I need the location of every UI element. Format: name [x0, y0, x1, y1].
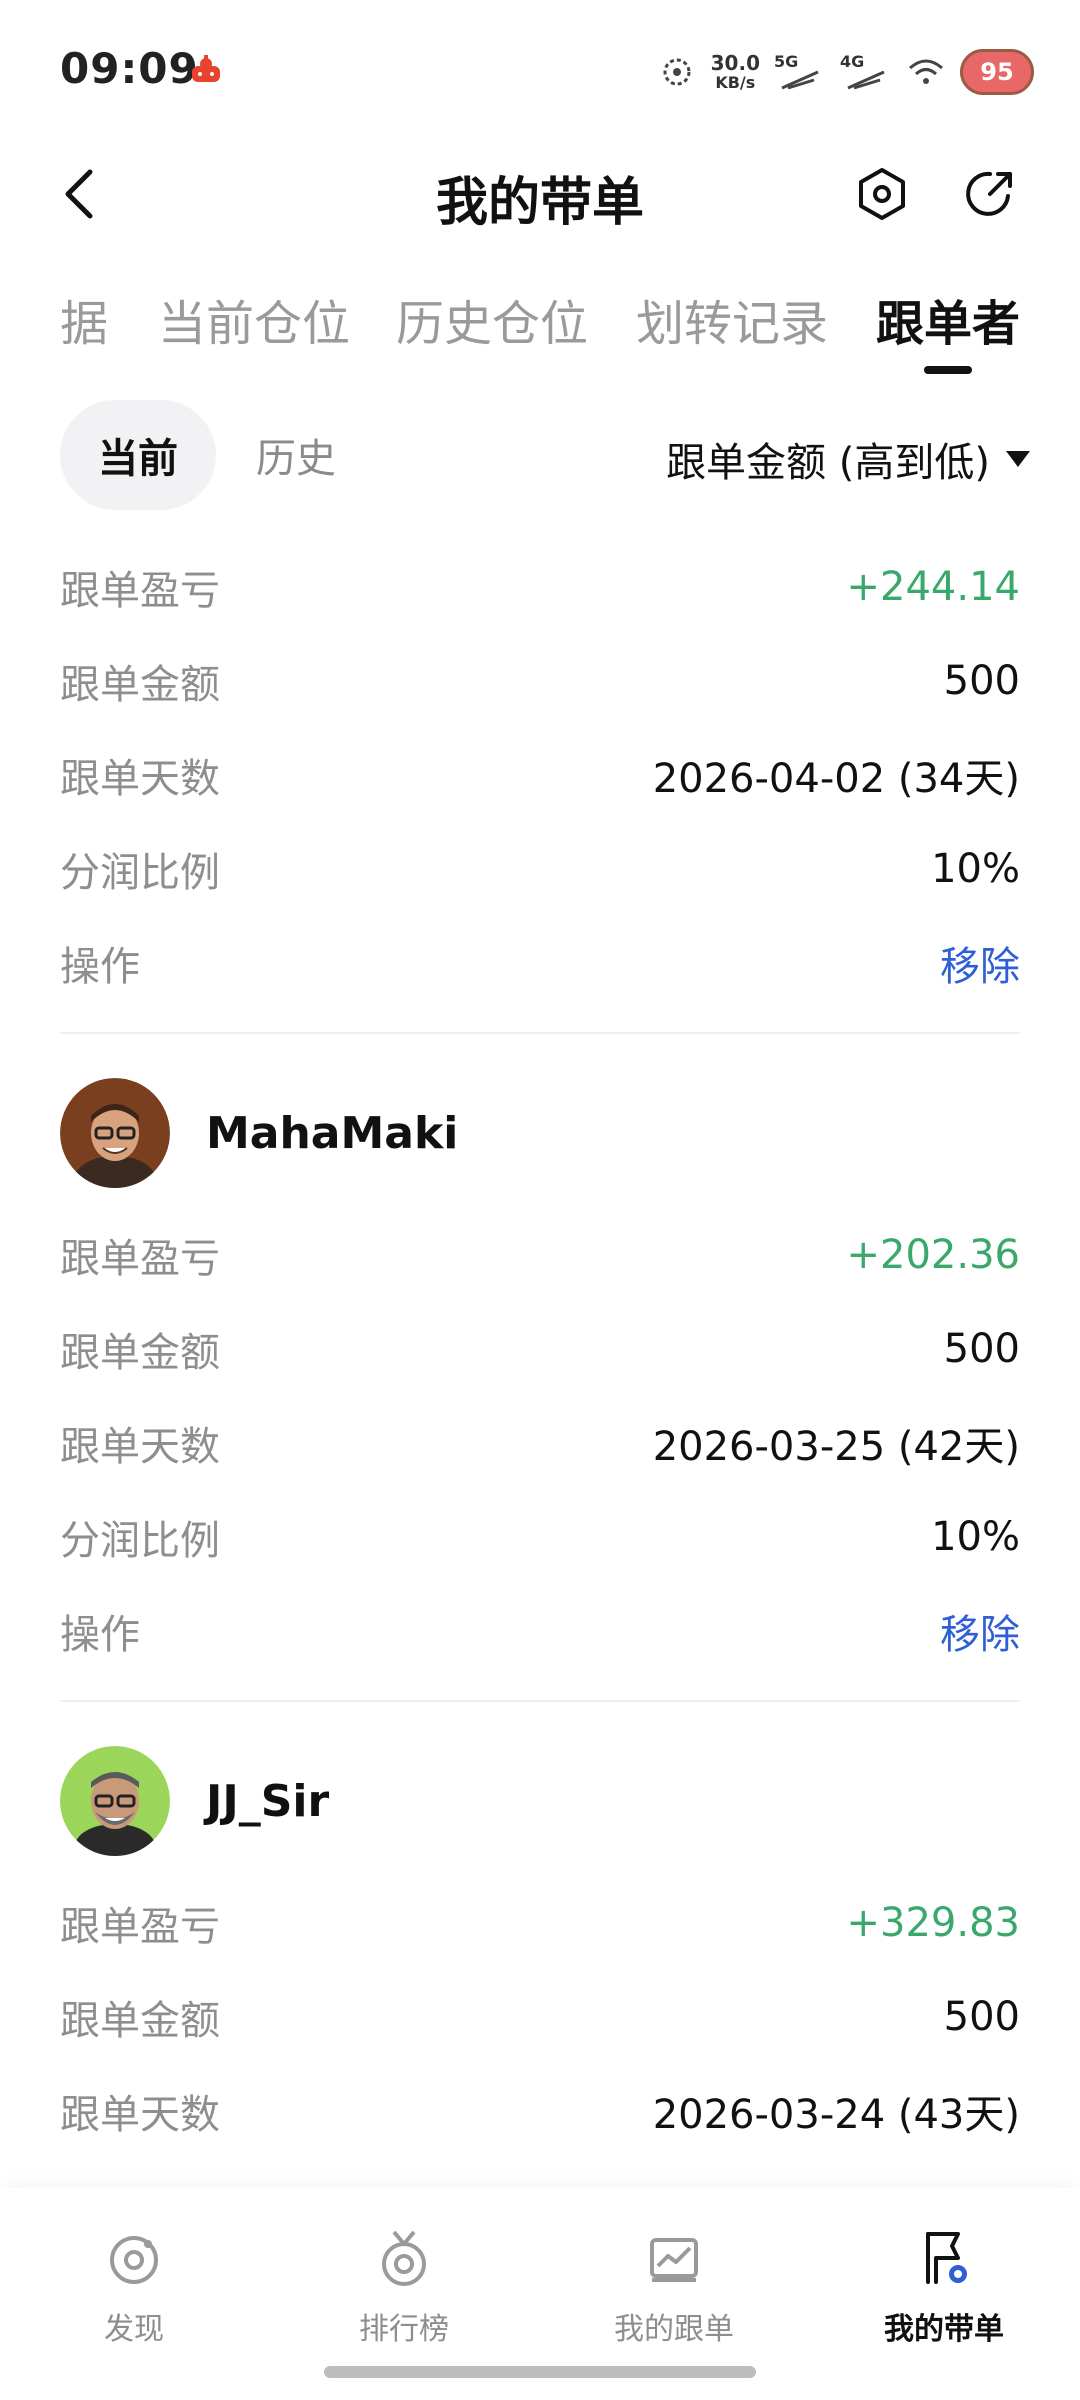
amount-row: 跟单金额 500	[60, 1302, 1020, 1396]
days-value: 2026-03-24 (43天)	[652, 2092, 1020, 2138]
active-tab-indicator	[924, 366, 972, 374]
days-label: 跟单天数	[60, 756, 220, 802]
status-time: 09:09	[60, 44, 199, 93]
share-icon[interactable]	[962, 166, 1018, 222]
nav-my-leads[interactable]: 我的带单	[844, 2228, 1044, 2348]
days-value: 2026-03-25 (42天)	[652, 1424, 1020, 1470]
follower-name: JJ_Sir	[206, 1775, 330, 1827]
discover-icon	[110, 2236, 158, 2284]
days-label: 跟单天数	[60, 2092, 220, 2138]
amount-row: 跟单金额 500	[60, 1970, 1020, 2064]
filter-row: 当前 历史 跟单金额 (高到低)	[0, 400, 1080, 510]
follower-header[interactable]: MahaMaki	[60, 1058, 1020, 1208]
divider	[60, 1032, 1020, 1034]
nav-discover[interactable]: 发现	[34, 2228, 234, 2348]
battery-badge: 95	[960, 49, 1034, 95]
pnl-value: +329.83	[846, 1900, 1020, 1946]
avatar	[60, 1746, 170, 1856]
follower-list: 跟单盈亏 +244.14 跟单金额 500 跟单天数 2026-04-02 (3…	[60, 540, 1020, 2158]
action-label: 操作	[60, 944, 140, 990]
signal-5g: 5G	[774, 52, 826, 92]
pnl-label: 跟单盈亏	[60, 1236, 220, 1282]
speed-value: 30.0	[710, 51, 760, 75]
nav-my-leads-label: 我的带单	[884, 2312, 1004, 2347]
medal-icon	[382, 2230, 426, 2286]
days-label: 跟单天数	[60, 1424, 220, 1470]
share-ratio-label: 分润比例	[60, 850, 220, 896]
follower-card: 跟单盈亏 +244.14 跟单金额 500 跟单天数 2026-04-02 (3…	[60, 540, 1020, 1034]
share-ratio-value: 10%	[931, 846, 1020, 892]
remove-button[interactable]: 移除	[940, 1602, 1020, 1660]
caret-down-icon	[1006, 451, 1030, 467]
pnl-row: 跟单盈亏 +202.36	[60, 1208, 1020, 1302]
flag-lead-icon	[926, 2232, 967, 2284]
amount-row: 跟单金额 500	[60, 634, 1020, 728]
sort-dropdown[interactable]: 跟单金额 (高到低)	[666, 430, 1032, 488]
pnl-value: +244.14	[846, 564, 1020, 610]
days-row: 跟单天数 2026-04-02 (34天)	[60, 728, 1020, 822]
tab-followers[interactable]: 跟单者	[876, 284, 1020, 354]
pnl-label: 跟单盈亏	[60, 1904, 220, 1950]
pnl-value: +202.36	[846, 1232, 1020, 1278]
follower-name: MahaMaki	[206, 1107, 459, 1159]
action-label: 操作	[60, 1612, 140, 1658]
segment-current[interactable]: 当前	[60, 400, 216, 510]
status-icons: 30.0 KB/s 5G 4G 95	[657, 44, 1034, 100]
avatar	[60, 1078, 170, 1188]
follower-header[interactable]: JJ_Sir	[60, 1726, 1020, 1876]
nav-my-follows-label: 我的跟单	[614, 2312, 734, 2347]
signal-bars-icon	[847, 70, 885, 90]
days-row: 跟单天数 2026-03-25 (42天)	[60, 1396, 1020, 1490]
status-bar: 09:09 30.0 KB/s 5G 4G 95	[0, 0, 1080, 140]
amount-value: 500	[943, 658, 1020, 704]
nav-leaderboard[interactable]: 排行榜	[304, 2228, 504, 2348]
tab-transfer-records[interactable]: 划转记录	[636, 284, 828, 354]
days-value: 2026-04-02 (34天)	[652, 756, 1020, 802]
action-row: 操作 移除	[60, 1584, 1020, 1678]
remove-button[interactable]: 移除	[940, 934, 1020, 992]
nav-leaderboard-label: 排行榜	[359, 2312, 449, 2347]
follower-card: JJ_Sir 跟单盈亏 +329.83 跟单金额 500 跟单天数 2026-0…	[60, 1726, 1020, 2158]
section-tabs: 据 当前仓位 历史仓位 划转记录 跟单者	[0, 270, 1080, 380]
nav-my-follows[interactable]: 我的跟单	[574, 2228, 774, 2348]
share-ratio-row: 分润比例 10%	[60, 822, 1020, 916]
tab-history-positions[interactable]: 历史仓位	[396, 284, 588, 354]
app-notification-icon	[192, 55, 220, 82]
share-ratio-value: 10%	[931, 1514, 1020, 1560]
network-speed: 30.0 KB/s	[711, 53, 760, 91]
wifi-icon	[909, 59, 943, 84]
amount-label: 跟单金额	[60, 662, 220, 708]
amount-label: 跟单金额	[60, 1330, 220, 1376]
sort-label: 跟单金额 (高到低)	[666, 440, 990, 486]
days-row: 跟单天数 2026-03-24 (43天)	[60, 2064, 1020, 2158]
amount-value: 500	[943, 1326, 1020, 1372]
top-app-bar: 我的带单	[0, 140, 1080, 250]
page-title: 我的带单	[435, 173, 644, 233]
signal-bars-icon	[781, 70, 819, 90]
share-ratio-row: 分润比例 10%	[60, 1490, 1020, 1584]
pnl-row: 跟单盈亏 +244.14	[60, 540, 1020, 634]
tab-data[interactable]: 据	[60, 284, 108, 354]
home-indicator[interactable]	[324, 2366, 756, 2378]
hotspot-icon	[663, 58, 691, 86]
tab-current-positions[interactable]: 当前仓位	[158, 284, 350, 354]
settings-hexagon-icon[interactable]	[854, 166, 910, 222]
amount-label: 跟单金额	[60, 1998, 220, 2044]
signal-4g: 4G	[840, 52, 892, 92]
segment-history[interactable]: 历史	[236, 400, 356, 510]
divider	[60, 1700, 1020, 1702]
pnl-row: 跟单盈亏 +329.83	[60, 1876, 1020, 1970]
speed-unit: KB/s	[715, 73, 756, 92]
nav-discover-label: 发现	[104, 2312, 164, 2347]
amount-value: 500	[943, 1994, 1020, 2040]
share-ratio-label: 分润比例	[60, 1518, 220, 1564]
action-row: 操作 移除	[60, 916, 1020, 1010]
chart-card-icon	[650, 2238, 698, 2282]
follower-card: MahaMaki 跟单盈亏 +202.36 跟单金额 500 跟单天数 2026…	[60, 1058, 1020, 1702]
pnl-label: 跟单盈亏	[60, 568, 220, 614]
